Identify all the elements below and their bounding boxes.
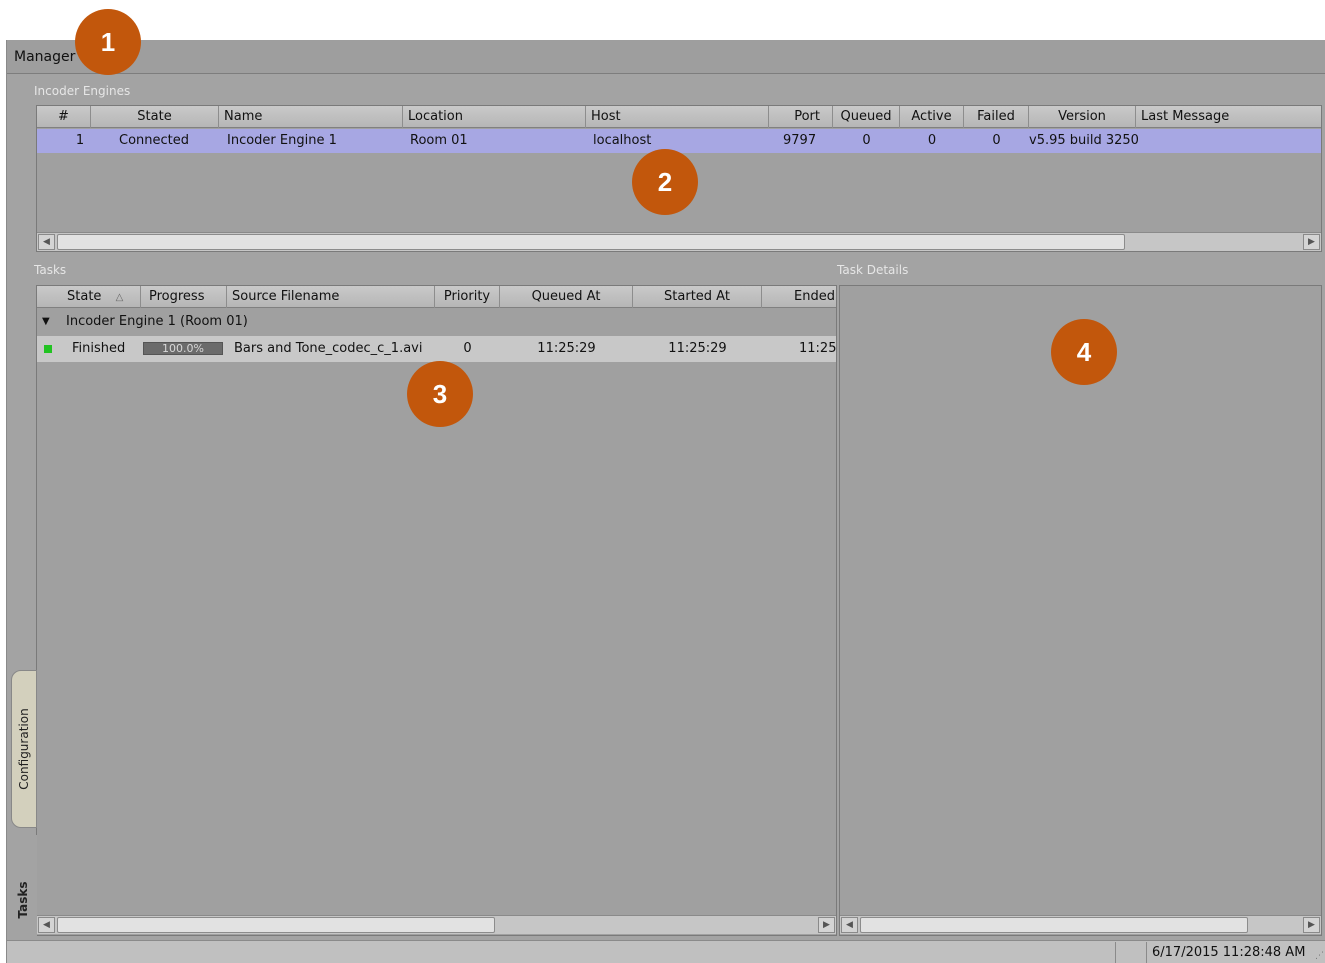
tasks-section-label: Tasks: [34, 263, 67, 277]
col-task-state-label: State: [67, 289, 102, 304]
col-number[interactable]: #: [37, 106, 91, 128]
col-location[interactable]: Location: [403, 106, 586, 128]
tab-configuration-label: Configuration: [17, 708, 31, 790]
tasks-hscrollbar[interactable]: ◀ ▶: [37, 915, 836, 934]
task-started-at: 11:25:29: [668, 341, 727, 356]
engine-number: 1: [75, 133, 85, 148]
task-progress-text: 100.0%: [162, 342, 204, 355]
callout-badge-1: 1: [75, 9, 141, 75]
col-active[interactable]: Active: [900, 106, 964, 128]
engine-location: Room 01: [410, 133, 468, 148]
col-version[interactable]: Version: [1029, 106, 1136, 128]
col-failed[interactable]: Failed: [964, 106, 1029, 128]
tab-configuration[interactable]: Configuration: [11, 670, 37, 828]
scroll-right-icon[interactable]: ▶: [1303, 234, 1320, 250]
scroll-left-icon[interactable]: ◀: [38, 917, 55, 933]
task-filename: Bars and Tone_codec_c_1.avi: [234, 341, 423, 356]
status-indicator-icon: [44, 345, 52, 353]
col-task-state[interactable]: State △: [37, 286, 141, 308]
task-progress-bar: 100.0%: [143, 342, 223, 355]
engines-section-label: Incoder Engines: [34, 84, 131, 98]
resize-grip-icon[interactable]: ⋰: [1315, 951, 1324, 961]
scroll-thumb[interactable]: [860, 917, 1248, 933]
task-state: Finished: [72, 341, 126, 356]
scroll-right-icon[interactable]: ▶: [818, 917, 835, 933]
engine-name: Incoder Engine 1: [227, 133, 337, 148]
col-priority[interactable]: Priority: [435, 286, 500, 308]
details-hscrollbar[interactable]: ◀ ▶: [840, 915, 1321, 934]
scroll-thumb[interactable]: [57, 917, 495, 933]
scroll-left-icon[interactable]: ◀: [841, 917, 858, 933]
scroll-thumb[interactable]: [57, 234, 1125, 250]
engines-grid-header: # State Name Location Host Port Queued A…: [37, 106, 1321, 128]
engine-last-message: [1141, 129, 1321, 153]
callout-badge-2: 2: [632, 149, 698, 215]
status-divider: [1115, 942, 1116, 963]
col-progress[interactable]: Progress: [141, 286, 227, 308]
task-details-section-label: Task Details: [837, 263, 909, 277]
scroll-left-icon[interactable]: ◀: [38, 234, 55, 250]
side-tabs: Configuration Tasks: [7, 670, 37, 963]
col-name[interactable]: Name: [219, 106, 403, 128]
sort-ascending-icon: △: [115, 292, 124, 303]
engine-state: Connected: [119, 133, 190, 148]
scroll-right-icon[interactable]: ▶: [1303, 917, 1320, 933]
tasks-grid-header: State △ Progress Source Filename Priorit…: [37, 286, 836, 308]
task-row[interactable]: Finished 100.0% Bars and Tone_codec_c_1.…: [37, 336, 837, 362]
engine-queued: 0: [862, 133, 871, 148]
col-started-at[interactable]: Started At: [633, 286, 762, 308]
engine-version: v5.95 build 3250: [1029, 133, 1139, 148]
window-title: Manager: [14, 49, 76, 65]
title-bar: Manager: [7, 40, 1325, 74]
col-port[interactable]: Port: [769, 106, 833, 128]
col-source-filename[interactable]: Source Filename: [227, 286, 435, 308]
col-host[interactable]: Host: [586, 106, 769, 128]
status-divider: [1146, 942, 1147, 963]
engines-hscrollbar[interactable]: ◀ ▶: [37, 232, 1321, 251]
status-datetime: 6/17/2015 11:28:48 AM: [1152, 945, 1306, 960]
tab-tasks-label: Tasks: [16, 881, 30, 919]
col-queued[interactable]: Queued: [833, 106, 900, 128]
status-bar: 6/17/2015 11:28:48 AM ⋰: [7, 940, 1325, 963]
engine-row[interactable]: 1 Connected Incoder Engine 1 Room 01 loc…: [37, 129, 1321, 153]
engine-active: 0: [927, 133, 937, 148]
task-ended: 11:25: [799, 341, 837, 356]
col-last-message[interactable]: Last Message: [1136, 106, 1321, 128]
col-state[interactable]: State: [91, 106, 219, 128]
task-queued-at: 11:25:29: [537, 341, 596, 356]
engine-port: 9797: [783, 133, 817, 148]
task-group-label: Incoder Engine 1 (Room 01): [66, 314, 248, 329]
collapse-arrow-icon[interactable]: ▼: [42, 309, 50, 335]
task-priority: 0: [463, 341, 472, 356]
col-queued-at[interactable]: Queued At: [500, 286, 633, 308]
callout-badge-3: 3: [407, 361, 473, 427]
task-group-row[interactable]: ▼ Incoder Engine 1 (Room 01): [37, 309, 836, 335]
engine-host: localhost: [593, 133, 652, 148]
engine-failed: 0: [992, 133, 1001, 148]
col-ended[interactable]: Ended: [762, 286, 836, 308]
callout-badge-4: 4: [1051, 319, 1117, 385]
